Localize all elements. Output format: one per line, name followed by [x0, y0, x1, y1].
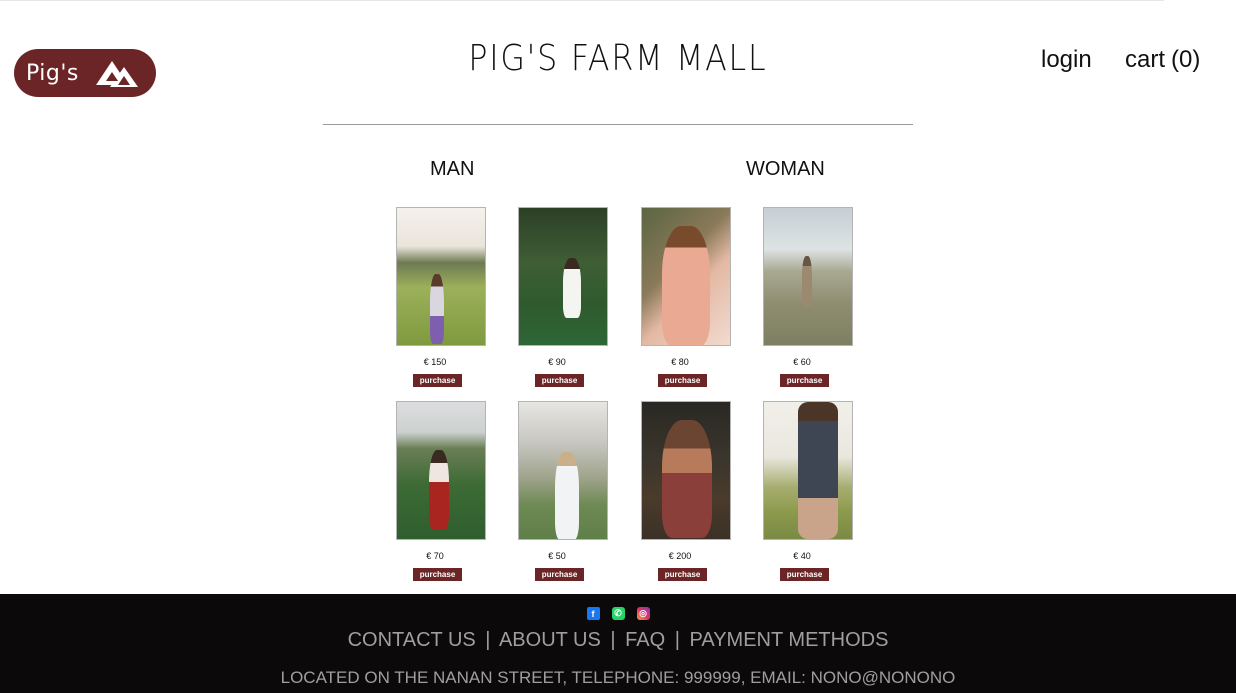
whatsapp-icon[interactable]: ✆ — [611, 607, 625, 620]
purchase-button[interactable]: purchase — [413, 568, 462, 581]
footer-separator: | — [674, 629, 680, 651]
header-divider — [323, 124, 913, 125]
category-man[interactable]: MAN — [430, 158, 474, 181]
purchase-button[interactable]: purchase — [780, 568, 829, 581]
facebook-icon[interactable]: f — [586, 607, 600, 620]
purchase-button[interactable]: purchase — [535, 568, 584, 581]
product-price: € 90 — [548, 357, 566, 367]
social-links: f ✆ ◎ — [0, 607, 1236, 620]
product-price: € 200 — [668, 551, 692, 561]
footer-separator: | — [485, 629, 491, 651]
product-card: € 80 purchase — [641, 207, 733, 387]
purchase-button[interactable]: purchase — [413, 374, 462, 387]
product-photo[interactable] — [641, 207, 731, 346]
footer-links: CONTACT US | ABOUT US | FAQ | PAYMENT ME… — [0, 629, 1236, 652]
contact-us-link[interactable]: CONTACT US — [348, 629, 476, 651]
cart-label: cart — [1125, 46, 1166, 73]
purchase-button[interactable]: purchase — [535, 374, 584, 387]
payment-methods-link[interactable]: PAYMENT METHODS — [690, 629, 889, 651]
product-photo[interactable] — [518, 207, 608, 346]
product-card: € 200 purchase — [641, 401, 733, 581]
product-price: € 70 — [426, 551, 444, 561]
footer: f ✆ ◎ CONTACT US | ABOUT US | FAQ | PAYM… — [0, 594, 1236, 693]
product-price: € 60 — [793, 357, 811, 367]
product-photo[interactable] — [518, 401, 608, 540]
top-divider — [0, 0, 1164, 1]
product-card: € 90 purchase — [518, 207, 610, 387]
product-card: € 150 purchase — [396, 207, 488, 387]
product-price: € 80 — [671, 357, 689, 367]
cart-link[interactable]: cart (0) — [1125, 46, 1200, 74]
product-price: € 150 — [423, 357, 447, 367]
product-price: € 40 — [793, 551, 811, 561]
product-price: € 50 — [548, 551, 566, 561]
login-link[interactable]: login — [1041, 46, 1092, 74]
footer-address: LOCATED ON THE NANAN STREET, TELEPHONE: … — [280, 668, 956, 687]
product-photo[interactable] — [763, 401, 853, 540]
product-photo[interactable] — [396, 401, 486, 540]
page: Pig's PIG'S FARM MALL login cart (0) MAN … — [0, 0, 1236, 693]
product-card: € 60 purchase — [763, 207, 855, 387]
about-us-link[interactable]: ABOUT US — [499, 629, 601, 651]
product-photo[interactable] — [763, 207, 853, 346]
product-photo[interactable] — [641, 401, 731, 540]
footer-separator: | — [610, 629, 616, 651]
purchase-button[interactable]: purchase — [658, 374, 707, 387]
product-card: € 40 purchase — [763, 401, 855, 581]
product-card: € 50 purchase — [518, 401, 610, 581]
instagram-icon[interactable]: ◎ — [636, 607, 650, 620]
purchase-button[interactable]: purchase — [780, 374, 829, 387]
faq-link[interactable]: FAQ — [625, 629, 665, 651]
product-card: € 70 purchase — [396, 401, 488, 581]
product-photo[interactable] — [396, 207, 486, 346]
cart-count: (0) — [1171, 46, 1201, 73]
purchase-button[interactable]: purchase — [658, 568, 707, 581]
category-woman[interactable]: WOMAN — [746, 158, 825, 181]
